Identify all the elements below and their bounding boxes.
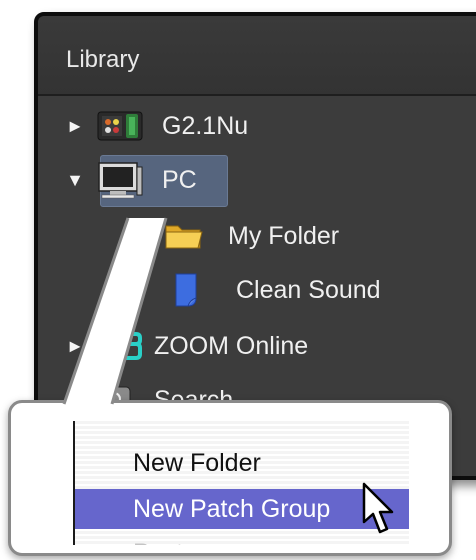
- mouse-cursor-icon: [362, 482, 394, 534]
- screenshot-stage: Library ► G2.1Nu ▼ PC My Folder Clean So…: [0, 0, 476, 560]
- callout-tail: [62, 217, 168, 406]
